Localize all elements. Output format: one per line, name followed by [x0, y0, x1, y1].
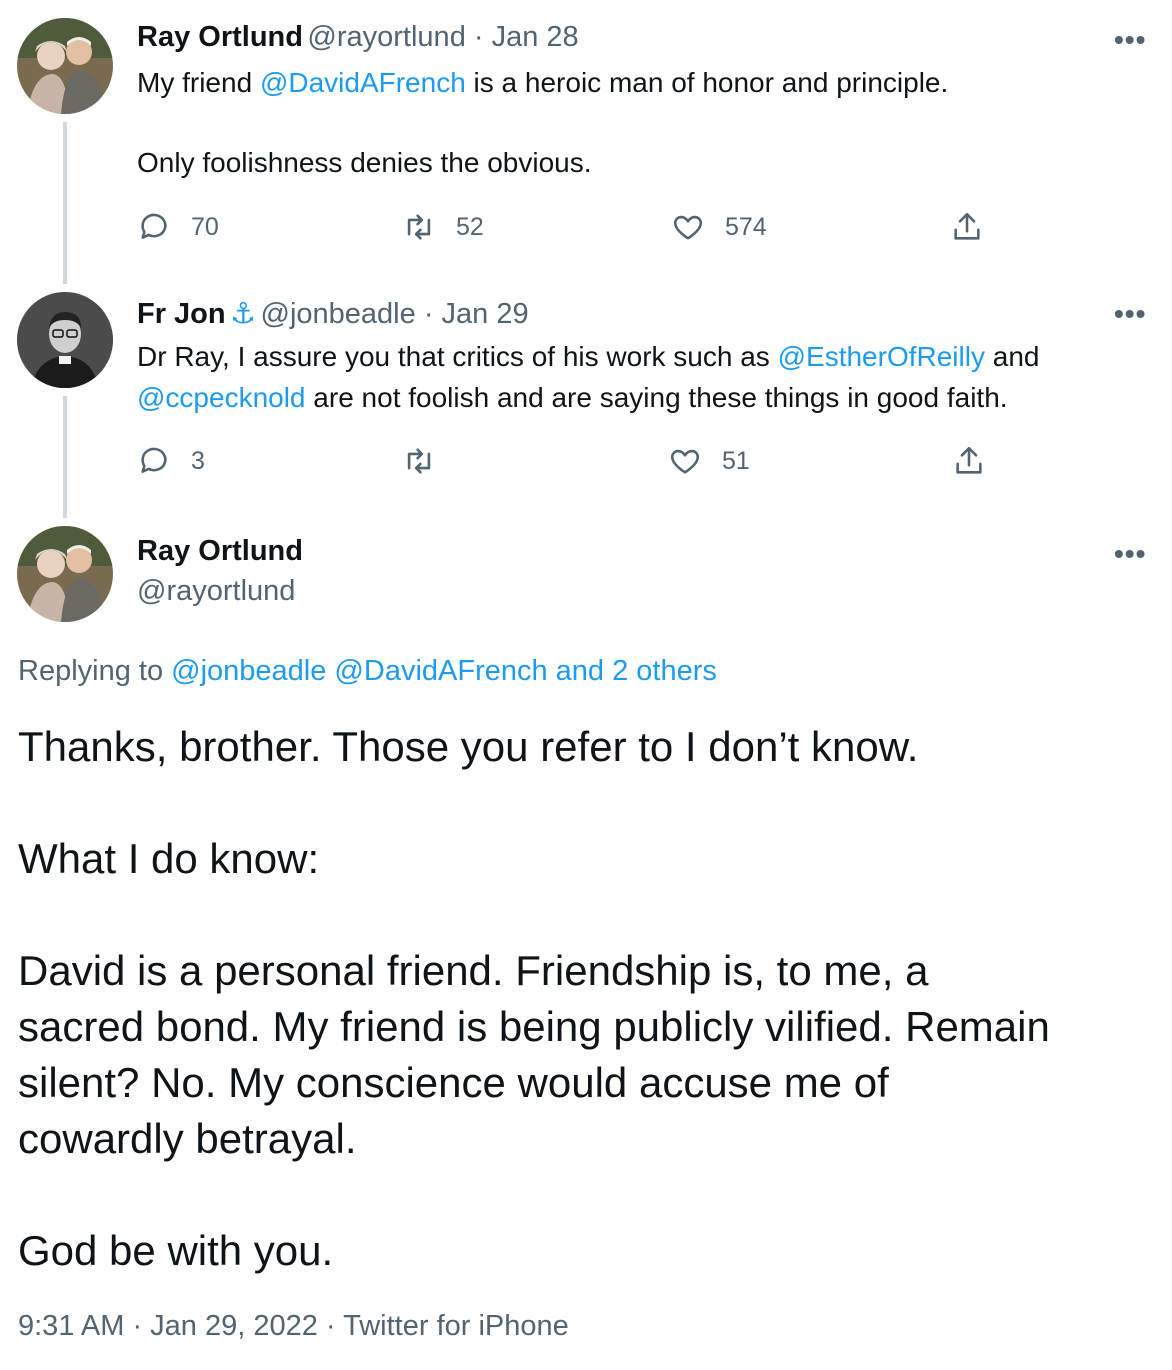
- text-segment: and: [984, 341, 1040, 372]
- retweet-count: 52: [456, 212, 484, 241]
- replying-mentions[interactable]: @jonbeadle @DavidAFrench and 2 others: [171, 655, 717, 687]
- like-icon: [673, 215, 703, 240]
- tweet-header: Fr Jon ⚓ @jonbeadle · Jan 29: [137, 296, 529, 331]
- reply-count: 70: [191, 212, 219, 241]
- retweet-button[interactable]: 52: [402, 210, 484, 244]
- like-button[interactable]: 51: [668, 444, 750, 478]
- author-name[interactable]: Ray Ortlund: [137, 21, 303, 53]
- avatar[interactable]: [17, 292, 113, 388]
- author-handle[interactable]: @rayortlund: [137, 575, 295, 608]
- tweet-date[interactable]: Jan 28: [492, 21, 579, 53]
- thread-line-2: [63, 396, 67, 518]
- mention-link[interactable]: @DavidAFrench: [260, 67, 466, 98]
- thread-line-1: [63, 122, 67, 284]
- tweet-text: Dr Ray, I assure you that critics of his…: [137, 336, 1039, 377]
- mention-link[interactable]: @EstherOfReilly: [778, 341, 985, 372]
- reply-icon: [141, 213, 167, 239]
- main-text-line: God be with you.: [18, 1227, 334, 1274]
- replying-label: Replying to: [18, 655, 172, 687]
- like-button[interactable]: 574: [671, 210, 767, 244]
- separator: ·: [465, 21, 492, 53]
- text-segment: is a heroic man of honor and principle.: [465, 67, 949, 98]
- reply-button[interactable]: 3: [137, 444, 205, 478]
- main-text-line: silent? No. My conscience would accuse m…: [18, 1059, 889, 1106]
- main-text-line: cowardly betrayal.: [18, 1115, 357, 1162]
- separator: ·: [415, 298, 442, 330]
- tweet-text-line2: @ccpecknold are not foolish and are sayi…: [137, 377, 1008, 418]
- retweet-icon: [407, 214, 431, 240]
- mention-link[interactable]: @ccpecknold: [137, 382, 306, 413]
- author-handle[interactable]: @jonbeadle: [261, 298, 416, 330]
- text-segment: are not foolish and are saying these thi…: [305, 382, 1008, 413]
- more-icon[interactable]: •••: [1114, 538, 1146, 570]
- text-segment: My friend: [137, 67, 260, 98]
- retweet-button[interactable]: [402, 444, 456, 478]
- tweet-text: My friend @DavidAFrench is a heroic man …: [137, 62, 948, 103]
- share-button[interactable]: [950, 210, 984, 244]
- replying-to: Replying to @jonbeadle @DavidAFrench and…: [18, 655, 717, 688]
- like-icon: [670, 449, 700, 474]
- reply-button[interactable]: 70: [137, 210, 219, 244]
- share-icon: [956, 446, 982, 474]
- retweet-icon: [407, 448, 431, 474]
- tweet-text-line2: Only foolishness denies the obvious.: [137, 147, 592, 178]
- anchor-icon: ⚓: [230, 298, 257, 330]
- like-count: 574: [725, 212, 767, 241]
- author-name[interactable]: Fr Jon: [137, 298, 226, 330]
- reply-icon: [141, 447, 167, 473]
- author-handle[interactable]: @rayortlund: [307, 21, 465, 53]
- like-count: 51: [722, 446, 750, 475]
- share-button[interactable]: [952, 444, 986, 478]
- tweet-header: Ray Ortlund @rayortlund · Jan 28: [137, 21, 579, 54]
- author-name[interactable]: Ray Ortlund: [137, 535, 303, 568]
- main-text-line: Thanks, brother. Those you refer to I do…: [18, 723, 919, 770]
- tweet-timestamp[interactable]: 9:31 AM · Jan 29, 2022 · Twitter for iPh…: [18, 1310, 569, 1343]
- share-icon: [954, 212, 980, 240]
- main-text-line: David is a personal friend. Friendship i…: [18, 947, 929, 994]
- main-text-line: sacred bond. My friend is being publicly…: [18, 1003, 1050, 1050]
- more-icon[interactable]: •••: [1114, 298, 1146, 330]
- text-segment: Dr Ray, I assure you that critics of his…: [137, 341, 778, 372]
- avatar[interactable]: [17, 18, 113, 114]
- reply-count: 3: [191, 446, 205, 475]
- tweet-date[interactable]: Jan 29: [442, 298, 529, 330]
- avatar[interactable]: [17, 526, 113, 622]
- more-icon[interactable]: •••: [1114, 24, 1146, 56]
- main-text-line: What I do know:: [18, 835, 320, 882]
